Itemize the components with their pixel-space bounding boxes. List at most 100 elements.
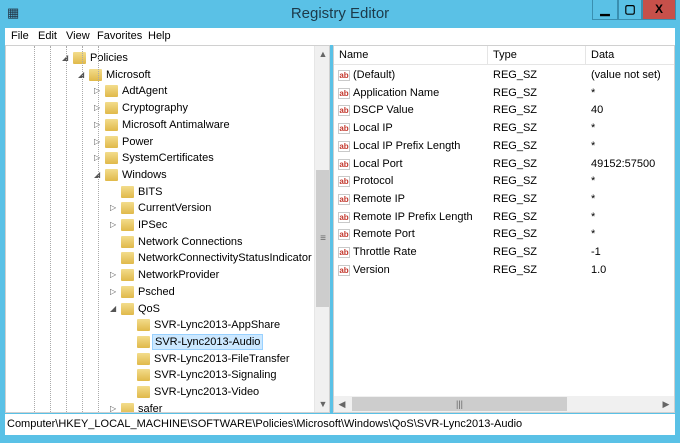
scroll-right-icon[interactable]: ▶ [658,396,674,412]
tree-item-label: safer [138,402,163,413]
menu-bar: File Edit View Favorites Help [5,28,675,45]
tree-vertical-scrollbar[interactable]: ▲ ≡ ▼ [314,46,329,412]
tree-item-label: QoS [138,302,161,315]
value-data: * [591,86,596,99]
column-type[interactable]: Type [488,46,586,65]
value-row[interactable]: ab Local Port REG_SZ 49152:57500 [334,156,674,173]
folder-icon [121,202,134,215]
menu-file[interactable]: File [11,30,29,42]
value-name: Application Name [353,86,440,99]
value-row[interactable]: ab Local IP Prefix Length REG_SZ * [334,138,674,155]
string-value-icon: ab [338,229,350,241]
tree-item[interactable]: SVR-Lync2013-Audio [6,333,311,350]
tree-item-label: Network Connections [138,235,243,248]
folder-icon [137,369,150,382]
tree-item[interactable]: ▷ safer [6,401,311,413]
scroll-down-icon[interactable]: ▼ [315,396,329,412]
value-name: DSCP Value [353,104,414,117]
minimize-button[interactable]: ▁ [592,0,618,20]
tree-item[interactable]: SVR-Lync2013-FileTransfer [6,351,311,367]
tree-item[interactable]: NetworkConnectivityStatusIndicator [6,250,312,266]
tree-item-label: IPSec [138,219,168,231]
collapsed-arrow-icon[interactable]: ▷ [110,284,116,300]
string-value-icon: ab [338,140,350,152]
value-row[interactable]: ab Remote IP Prefix Length REG_SZ * [334,209,674,226]
tree-item[interactable]: ◢ Policies [6,50,311,66]
value-type: REG_SZ [493,69,538,81]
tree-item[interactable]: ▷ IPSec [6,217,311,233]
value-row[interactable]: ab DSCP Value REG_SZ 40 [334,102,674,119]
folder-icon [105,102,118,115]
list-horizontal-scrollbar[interactable]: ◀ ||| ▶ [334,396,674,412]
string-value-icon: ab [338,211,350,223]
collapsed-arrow-icon[interactable]: ▷ [110,217,116,233]
tree-item[interactable]: ◢ Windows [6,167,311,183]
folder-icon [105,135,118,148]
scroll-up-icon[interactable]: ▲ [315,46,329,62]
string-value-icon: ab [338,247,350,258]
tree-item[interactable]: BITS [6,184,311,200]
value-row[interactable]: ab Application Name REG_SZ * [334,85,674,102]
tree-item[interactable]: ▷ AdtAgent [6,83,311,99]
tree-item[interactable]: ◢ Microsoft [6,67,311,83]
tree-item[interactable]: ▷ CurrentVersion [6,200,311,216]
column-name[interactable]: Name [334,46,488,65]
tree-item-label: SVR-Lync2013-AppShare [154,319,281,332]
scroll-thumb[interactable]: ||| [352,397,567,411]
value-data: * [591,228,596,241]
value-type: REG_SZ [493,157,538,170]
tree-item[interactable]: ▷ SystemCertificates [6,150,311,166]
folder-icon [121,219,134,231]
tree-item-label: AdtAgent [122,85,168,98]
collapsed-arrow-icon[interactable]: ▷ [110,267,116,283]
close-button[interactable]: X [642,0,676,20]
window-title: Registry Editor [290,5,390,22]
value-type: REG_SZ [493,246,538,258]
scroll-left-icon[interactable]: ◀ [334,396,350,412]
value-data: 49152:57500 [591,157,656,170]
value-name: Local IP Prefix Length [353,139,461,152]
value-row[interactable]: ab Remote Port REG_SZ * [334,226,674,243]
tree-item[interactable]: ▷ Cryptography [6,100,311,116]
value-data: * [591,122,596,135]
menu-favorites[interactable]: Favorites [97,30,142,42]
folder-icon [105,168,118,181]
string-value-icon: ab [338,70,350,81]
expanded-arrow-icon[interactable]: ◢ [110,301,116,317]
value-type: REG_SZ [493,104,538,117]
tree-item-label: SVR-Lync2013-Signaling [154,369,277,382]
tree-item-label: CurrentVersion [138,202,212,215]
menu-help[interactable]: Help [148,30,171,42]
tree-item[interactable]: ▷ Power [6,134,311,150]
value-type: REG_SZ [493,122,538,135]
value-row[interactable]: ab Throttle Rate REG_SZ -1 [334,244,674,261]
tree-item[interactable]: ▷ Psched [6,284,311,300]
value-row[interactable]: ab Local IP REG_SZ * [334,120,674,137]
value-row[interactable]: ab Version REG_SZ 1.0 [334,262,674,279]
string-value-icon: ab [338,264,350,276]
tree-item[interactable]: ◢ QoS [6,301,311,317]
string-value-icon: ab [338,158,350,170]
folder-icon [121,402,134,412]
value-name: (Default) [353,69,396,81]
tree-item[interactable]: SVR-Lync2013-Signaling [6,367,311,383]
tree-item[interactable]: ▷ Microsoft Antimalware [6,117,311,133]
value-row[interactable]: ab Protocol REG_SZ * [334,173,674,190]
column-data[interactable]: Data [586,46,674,65]
tree-item[interactable]: SVR-Lync2013-Video [6,384,311,400]
tree-item[interactable]: SVR-Lync2013-AppShare [6,317,311,333]
maximize-button[interactable]: ▢ [618,0,642,20]
folder-icon [105,85,118,98]
collapsed-arrow-icon[interactable]: ▷ [110,401,116,412]
value-row[interactable]: ab (Default) REG_SZ (value not set) [334,67,674,84]
value-row[interactable]: ab Remote IP REG_SZ * [334,191,674,208]
menu-edit[interactable]: Edit [38,30,57,42]
tree-item[interactable]: Network Connections [6,234,311,250]
tree-item[interactable]: ▷ NetworkProvider [6,267,311,283]
tree-item-label: BITS [138,185,163,198]
value-type: REG_SZ [493,192,538,205]
menu-view[interactable]: View [66,30,90,42]
tree-item-label: SVR-Lync2013-FileTransfer [154,352,290,365]
collapsed-arrow-icon[interactable]: ▷ [110,200,116,216]
scroll-thumb[interactable]: ≡ [316,170,329,307]
